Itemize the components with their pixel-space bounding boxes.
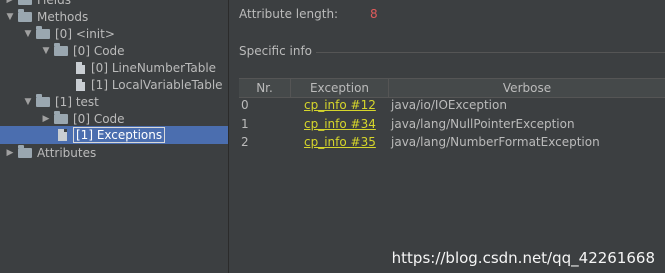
- folder-icon: [54, 43, 68, 56]
- chevron-down-icon[interactable]: ▼: [22, 93, 34, 111]
- structure-tree[interactable]: ▶ Fields ▼ Methods ▼ [0] <init> ▼ [0] Co…: [0, 0, 228, 273]
- detail-panel: Attribute length: 8 Specific info Nr. Ex…: [229, 0, 665, 273]
- cp-info-link[interactable]: cp_info #35: [293, 135, 376, 149]
- cell-nr: 2: [241, 135, 249, 149]
- table-row[interactable]: 1 cp_info #34 java/lang/NullPointerExcep…: [239, 115, 665, 133]
- attribute-length-value: 8: [370, 7, 378, 21]
- specific-info-label: Specific info: [239, 44, 313, 58]
- tree-item-init-code[interactable]: ▼ [0] Code: [40, 42, 125, 60]
- chevron-down-icon[interactable]: ▼: [4, 8, 16, 26]
- cp-info-link[interactable]: cp_info #12: [293, 98, 376, 112]
- tree-item-label: [1] LocalVariableTable: [91, 78, 223, 92]
- tree-item-methods[interactable]: ▼ Methods: [4, 8, 88, 26]
- column-header-exception[interactable]: Exception: [291, 79, 389, 97]
- cell-verbose: java/lang/NullPointerException: [391, 117, 575, 131]
- cp-info-link[interactable]: cp_info #34: [293, 117, 376, 131]
- folder-icon: [18, 145, 32, 158]
- column-header-verbose[interactable]: Verbose: [389, 79, 665, 97]
- section-divider: [316, 52, 665, 53]
- tree-item-label: [1] Exceptions: [73, 127, 166, 143]
- tree-item-line-number-table[interactable]: [0] LineNumberTable: [74, 59, 216, 77]
- cell-verbose: java/lang/NumberFormatException: [391, 135, 600, 149]
- folder-icon: [18, 0, 32, 5]
- file-icon: [76, 62, 85, 74]
- column-header-nr[interactable]: Nr.: [239, 79, 291, 97]
- table-row[interactable]: 2 cp_info #35 java/lang/NumberFormatExce…: [239, 133, 665, 151]
- chevron-down-icon[interactable]: ▼: [40, 42, 52, 60]
- folder-icon: [36, 94, 50, 107]
- tree-item-label: [0] LineNumberTable: [91, 61, 217, 75]
- table-header: Nr. Exception Verbose: [239, 78, 665, 98]
- chevron-right-icon[interactable]: ▶: [40, 110, 52, 128]
- chevron-down-icon[interactable]: ▼: [22, 25, 34, 43]
- cell-verbose: java/io/IOException: [391, 98, 507, 112]
- cell-nr: 0: [241, 98, 249, 112]
- tree-item-local-variable-table[interactable]: [1] LocalVariableTable: [74, 76, 223, 94]
- cell-nr: 1: [241, 117, 249, 131]
- tree-item-label: [0] Code: [73, 44, 125, 58]
- attribute-length-label: Attribute length:: [239, 7, 339, 21]
- tree-item-label: Methods: [37, 10, 89, 24]
- tree-item-exceptions[interactable]: [1] Exceptions: [56, 126, 166, 144]
- table-row[interactable]: 0 cp_info #12 java/io/IOException: [239, 96, 665, 114]
- tree-item-test[interactable]: ▼ [1] test: [22, 93, 99, 111]
- tree-item-label: [0] <init>: [55, 27, 115, 41]
- folder-icon: [36, 26, 50, 39]
- tree-item-attributes[interactable]: ▶ Attributes: [4, 144, 96, 162]
- folder-icon: [54, 111, 68, 124]
- tree-item-init[interactable]: ▼ [0] <init>: [22, 25, 115, 43]
- file-icon: [76, 79, 85, 91]
- tree-item-label: [1] test: [55, 95, 99, 109]
- folder-icon: [18, 9, 32, 22]
- watermark: https://blog.csdn.net/qq_42261668: [391, 249, 655, 267]
- file-icon: [58, 129, 67, 141]
- chevron-right-icon[interactable]: ▶: [4, 144, 16, 162]
- tree-item-label: Attributes: [37, 146, 97, 160]
